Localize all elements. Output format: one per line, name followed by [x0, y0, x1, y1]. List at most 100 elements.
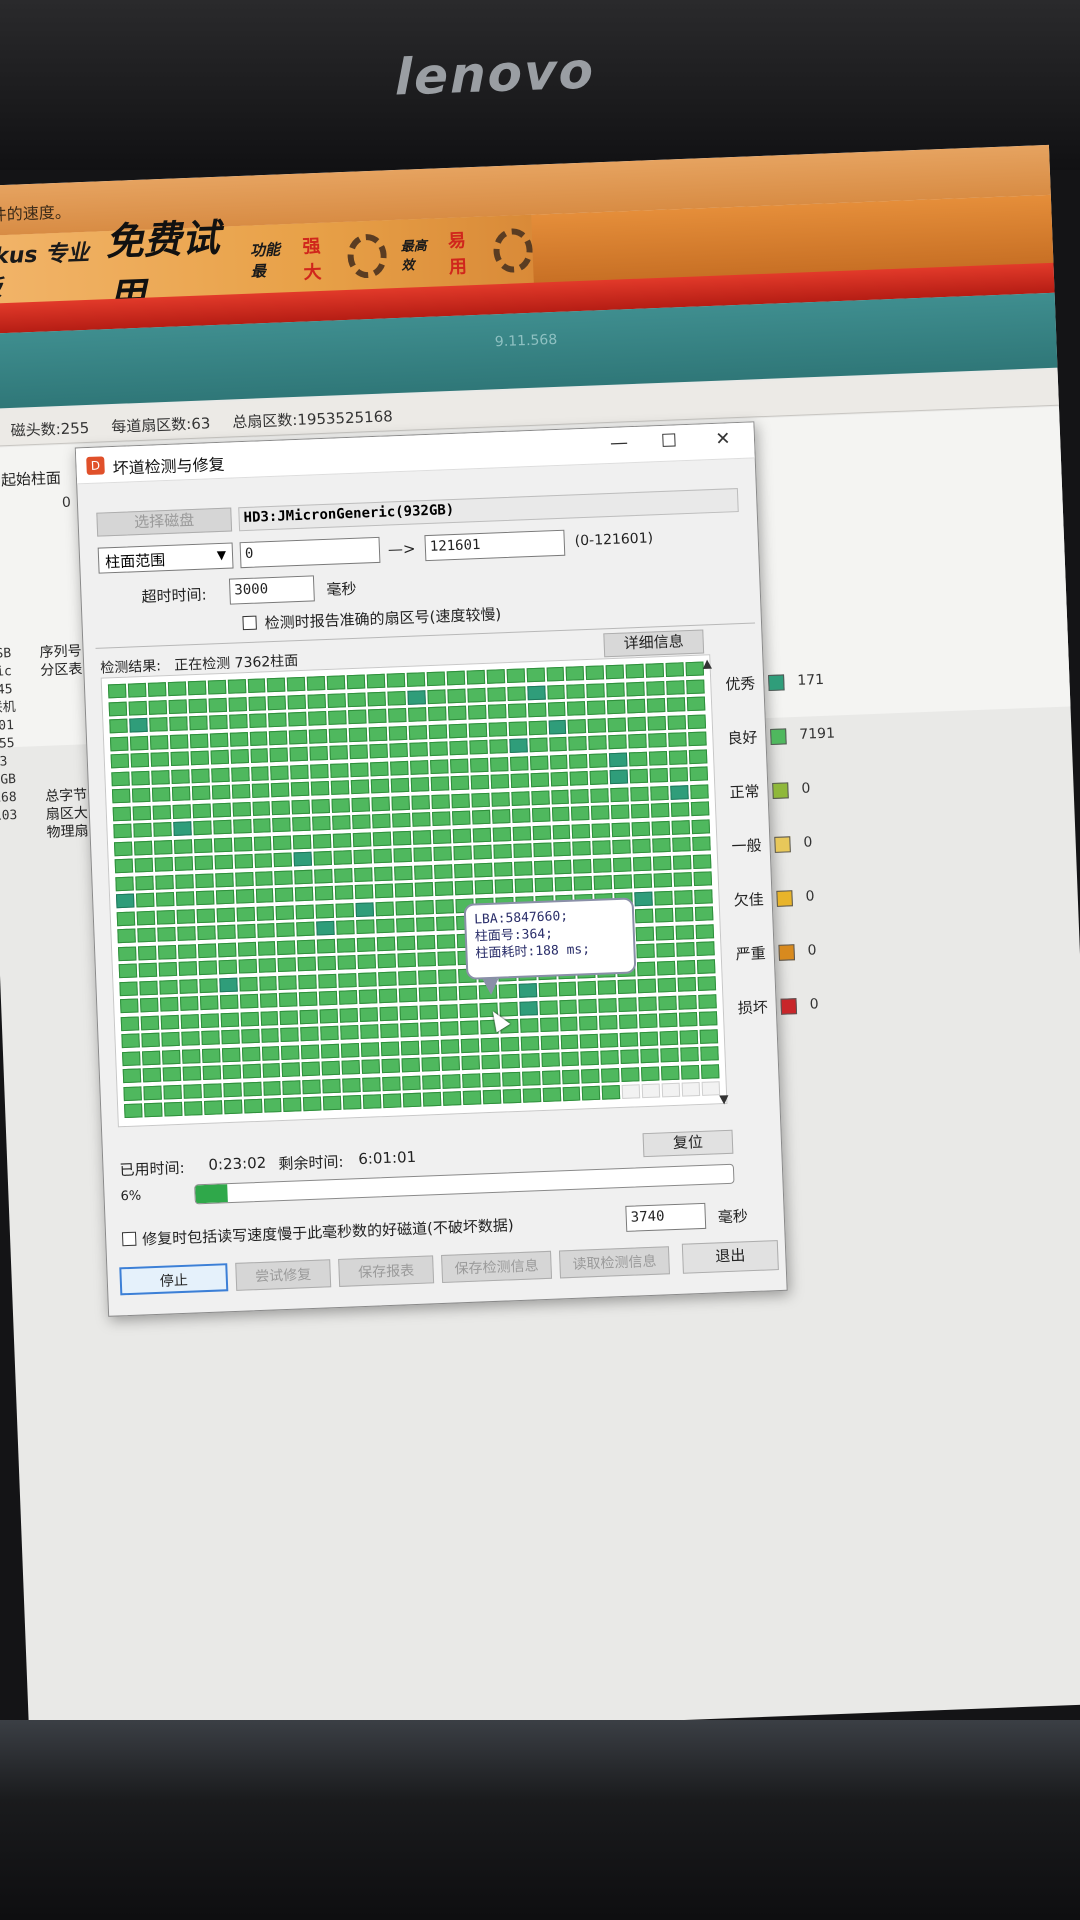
sector-cell[interactable]	[228, 696, 247, 712]
sector-cell[interactable]	[262, 1080, 282, 1096]
sector-cell[interactable]	[466, 669, 485, 685]
sector-cell[interactable]	[460, 1038, 480, 1053]
sector-cell[interactable]	[331, 797, 351, 813]
sector-cell[interactable]	[294, 869, 314, 885]
sector-cell[interactable]	[421, 1057, 440, 1073]
sector-cell[interactable]	[551, 806, 570, 822]
sector-cell[interactable]	[422, 1092, 442, 1108]
sector-cell[interactable]	[270, 765, 290, 780]
sector-cell[interactable]	[275, 905, 295, 920]
sector-cell[interactable]	[327, 692, 347, 708]
sector-cell[interactable]	[329, 745, 349, 760]
sector-cell[interactable]	[393, 848, 412, 863]
sector-cell[interactable]	[680, 1047, 699, 1063]
sector-cell[interactable]	[396, 935, 416, 951]
sector-cell[interactable]	[380, 1041, 400, 1057]
select-disk-button[interactable]: 选择磁盘	[96, 507, 233, 537]
sector-cell[interactable]	[379, 1006, 399, 1021]
sector-cell[interactable]	[370, 761, 389, 776]
sector-cell[interactable]	[649, 750, 668, 766]
sector-cell[interactable]	[566, 666, 585, 681]
sector-cell[interactable]	[653, 855, 672, 871]
details-button[interactable]: 详细信息	[603, 629, 705, 658]
repair-ms-input[interactable]: 3740	[625, 1202, 707, 1232]
sector-cell[interactable]	[532, 842, 552, 858]
sector-cell[interactable]	[239, 994, 258, 1009]
sector-cell[interactable]	[654, 890, 673, 906]
sector-cell[interactable]	[439, 1004, 458, 1019]
sector-cell[interactable]	[189, 733, 209, 748]
sector-cell[interactable]	[214, 854, 233, 870]
sector-cell[interactable]	[409, 742, 428, 757]
sector-cell[interactable]	[127, 682, 147, 698]
sector-cell[interactable]	[243, 1099, 263, 1114]
scroll-up-icon[interactable]: ▲	[702, 656, 712, 670]
sector-cell[interactable]	[190, 768, 210, 783]
sector-cell[interactable]	[136, 910, 156, 926]
sector-cell[interactable]	[605, 664, 625, 680]
sector-cell[interactable]	[219, 994, 239, 1010]
sector-cell[interactable]	[221, 1047, 241, 1063]
sector-cell[interactable]	[238, 959, 257, 974]
sector-cell[interactable]	[610, 787, 630, 802]
sector-cell[interactable]	[546, 666, 565, 682]
sector-cell[interactable]	[202, 1065, 221, 1081]
sector-cell[interactable]	[129, 717, 148, 733]
sector-cell[interactable]	[481, 1055, 500, 1070]
sector-cell[interactable]	[300, 1026, 320, 1042]
sector-cell[interactable]	[591, 805, 610, 821]
sector-cell[interactable]	[114, 858, 134, 874]
sector-cell[interactable]	[192, 820, 212, 836]
sector-cell[interactable]	[240, 1029, 260, 1044]
sector-cell[interactable]	[441, 1056, 460, 1072]
sector-cell[interactable]	[250, 765, 270, 781]
sector-cell[interactable]	[376, 936, 396, 951]
sector-cell[interactable]	[238, 976, 258, 992]
sector-cell[interactable]	[232, 819, 252, 834]
sector-cell[interactable]	[315, 903, 335, 919]
sector-cell[interactable]	[278, 957, 297, 973]
sector-cell[interactable]	[674, 889, 693, 905]
sector-cell[interactable]	[169, 716, 188, 732]
sector-cell[interactable]	[598, 980, 617, 996]
sector-cell[interactable]	[601, 1067, 620, 1083]
sector-cell[interactable]	[449, 740, 468, 756]
sector-cell[interactable]	[649, 768, 669, 783]
sector-cell[interactable]	[247, 678, 266, 694]
sector-cell[interactable]	[163, 1102, 183, 1117]
sector-cell[interactable]	[357, 954, 377, 970]
sector-cell[interactable]	[254, 853, 273, 869]
sector-cell[interactable]	[529, 755, 549, 770]
sector-cell[interactable]	[573, 858, 592, 874]
sector-cell[interactable]	[469, 757, 489, 773]
sector-cell[interactable]	[646, 680, 665, 696]
sector-cell[interactable]	[203, 1100, 223, 1116]
sector-cell[interactable]	[519, 1000, 538, 1016]
sector-cell[interactable]	[631, 821, 651, 836]
sector-cell[interactable]	[154, 857, 173, 872]
sector-cell[interactable]	[419, 1004, 438, 1020]
sector-cell[interactable]	[277, 940, 296, 955]
sector-cell[interactable]	[357, 937, 376, 952]
sector-cell[interactable]	[657, 978, 677, 993]
sector-cell[interactable]	[123, 1086, 142, 1102]
sector-cell[interactable]	[589, 770, 609, 786]
sector-cell[interactable]	[209, 732, 228, 748]
sector-cell[interactable]	[533, 860, 553, 875]
sector-cell[interactable]	[637, 961, 656, 977]
sector-cell[interactable]	[162, 1067, 181, 1082]
sector-cell[interactable]	[691, 819, 711, 834]
sector-cell[interactable]	[647, 715, 667, 731]
sector-cell[interactable]	[626, 681, 645, 696]
sector-cell[interactable]	[378, 971, 397, 986]
sector-cell[interactable]	[512, 843, 532, 859]
sector-cell[interactable]	[228, 714, 248, 729]
sector-cell[interactable]	[200, 1013, 219, 1028]
sector-cell[interactable]	[412, 812, 431, 827]
sector-cell[interactable]	[267, 677, 286, 693]
sector-cell[interactable]	[688, 749, 708, 764]
sector-cell[interactable]	[572, 823, 591, 839]
sector-cell[interactable]	[506, 668, 525, 684]
sector-cell[interactable]	[431, 811, 451, 827]
sector-cell[interactable]	[507, 703, 527, 719]
